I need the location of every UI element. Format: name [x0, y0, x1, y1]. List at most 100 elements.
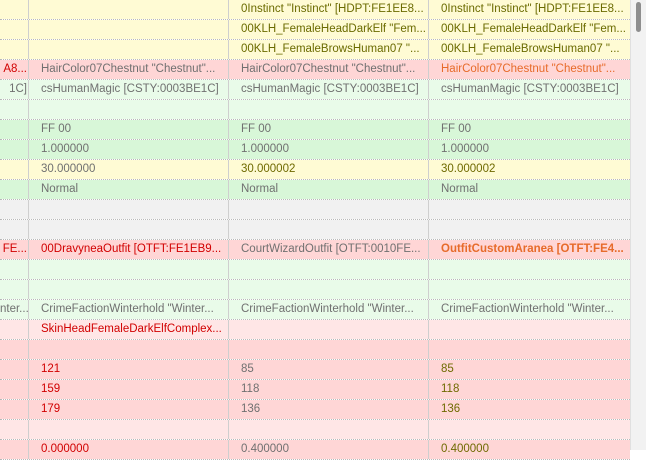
table-cell-plugin-1[interactable]: FF 00	[29, 120, 229, 139]
table-cell-plugin-1[interactable]	[29, 220, 229, 239]
table-cell-plugin-2[interactable]: 00KLH_FemaleBrowsHuman07 "...	[229, 40, 429, 59]
table-cell-plugin-3[interactable]	[429, 100, 630, 119]
table-row[interactable]: A8... HairColor07Chestnut "Chestnut"... Ha…	[0, 60, 630, 80]
table-cell-overflow[interactable]	[0, 320, 29, 339]
table-cell-plugin-2[interactable]: csHumanMagic [CSTY:0003BE1C]	[229, 80, 429, 99]
table-cell-overflow[interactable]: 1C]	[0, 80, 29, 99]
table-row[interactable]: 121 85 85	[0, 360, 630, 380]
table-row[interactable]	[0, 420, 630, 440]
table-cell-plugin-1[interactable]: 179	[29, 400, 229, 419]
table-row[interactable]: FF 00 FF 00 FF 00	[0, 120, 630, 140]
table-cell-plugin-3[interactable]: 00KLH_FemaleHeadDarkElf "Fem...	[429, 20, 630, 39]
table-row[interactable]: 0.000000 0.400000 0.400000	[0, 440, 630, 460]
table-cell-plugin-1[interactable]: HairColor07Chestnut "Chestnut"...	[29, 60, 229, 79]
table-cell-plugin-2[interactable]: 00KLH_FemaleHeadDarkElf "Fem...	[229, 20, 429, 39]
table-cell-overflow[interactable]	[0, 380, 29, 399]
table-cell-plugin-1[interactable]	[29, 420, 229, 439]
table-cell-plugin-1[interactable]	[29, 20, 229, 39]
table-cell-plugin-3[interactable]	[429, 340, 630, 359]
table-cell-plugin-3[interactable]: 30.000002	[429, 160, 630, 179]
table-cell-plugin-2[interactable]: Normal	[229, 180, 429, 199]
table-cell-plugin-1[interactable]	[29, 260, 229, 279]
table-cell-plugin-3[interactable]: 118	[429, 380, 630, 399]
table-cell-plugin-3[interactable]	[429, 200, 630, 219]
table-row[interactable]: 1.000000 1.000000 1.000000	[0, 140, 630, 160]
table-cell-plugin-2[interactable]	[229, 100, 429, 119]
table-cell-overflow[interactable]: nter...	[0, 300, 29, 319]
table-cell-overflow[interactable]	[0, 420, 29, 439]
table-cell-plugin-3[interactable]	[429, 320, 630, 339]
table-cell-plugin-2[interactable]: 1.000000	[229, 140, 429, 159]
table-cell-overflow[interactable]	[0, 120, 29, 139]
table-cell-overflow[interactable]	[0, 180, 29, 199]
table-row[interactable]	[0, 340, 630, 360]
table-row[interactable]	[0, 220, 630, 240]
table-cell-plugin-3[interactable]: 0Instinct "Instinct" [HDPT:FE1EE8...	[429, 0, 630, 19]
table-cell-overflow[interactable]	[0, 200, 29, 219]
table-cell-plugin-2[interactable]	[229, 340, 429, 359]
table-cell-plugin-2[interactable]: 0Instinct "Instinct" [HDPT:FE1EE8...	[229, 0, 429, 19]
table-cell-plugin-3[interactable]	[429, 260, 630, 279]
table-row[interactable]	[0, 200, 630, 220]
table-cell-plugin-1[interactable]: 30.000000	[29, 160, 229, 179]
table-cell-overflow[interactable]	[0, 140, 29, 159]
table-row[interactable]: 00KLH_FemaleHeadDarkElf "Fem... 00KLH_Fem…	[0, 20, 630, 40]
scrollbar-thumb[interactable]	[636, 2, 641, 32]
table-cell-plugin-2[interactable]: 136	[229, 400, 429, 419]
table-cell-plugin-2[interactable]: CourtWizardOutfit [OTFT:0010FE...	[229, 240, 429, 259]
table-cell-plugin-1[interactable]: csHumanMagic [CSTY:0003BE1C]	[29, 80, 229, 99]
table-cell-plugin-2[interactable]: 85	[229, 360, 429, 379]
table-cell-plugin-3[interactable]: OutfitCustomAranea [OTFT:FE4...	[429, 240, 630, 259]
table-cell-plugin-1[interactable]	[29, 340, 229, 359]
table-cell-plugin-1[interactable]: 00DravyneaOutfit [OTFT:FE1EB9...	[29, 240, 229, 259]
table-row[interactable]: nter... CrimeFactionWinterhold "Winter...…	[0, 300, 630, 320]
table-cell-plugin-3[interactable]	[429, 420, 630, 439]
table-cell-plugin-2[interactable]: HairColor07Chestnut "Chestnut"...	[229, 60, 429, 79]
table-cell-plugin-3[interactable]	[429, 220, 630, 239]
table-cell-overflow[interactable]: FE...	[0, 240, 29, 259]
table-cell-plugin-1[interactable]	[29, 200, 229, 219]
table-cell-plugin-3[interactable]: HairColor07Chestnut "Chestnut"...	[429, 60, 630, 79]
table-row[interactable]: SkinHeadFemaleDarkElfComplex...	[0, 320, 630, 340]
table-cell-plugin-3[interactable]: 85	[429, 360, 630, 379]
table-cell-plugin-2[interactable]: 30.000002	[229, 160, 429, 179]
table-cell-plugin-2[interactable]: 118	[229, 380, 429, 399]
table-cell-overflow[interactable]	[0, 100, 29, 119]
table-row[interactable]	[0, 100, 630, 120]
table-cell-plugin-3[interactable]: csHumanMagic [CSTY:0003BE1C]	[429, 80, 630, 99]
table-cell-plugin-3[interactable]: CrimeFactionWinterhold "Winter...	[429, 300, 630, 319]
table-cell-plugin-1[interactable]: Normal	[29, 180, 229, 199]
table-cell-plugin-1[interactable]	[29, 100, 229, 119]
table-cell-plugin-3[interactable]: 136	[429, 400, 630, 419]
table-cell-plugin-2[interactable]	[229, 220, 429, 239]
table-cell-overflow[interactable]	[0, 340, 29, 359]
table-row[interactable]: Normal Normal Normal	[0, 180, 630, 200]
table-cell-plugin-3[interactable]	[429, 280, 630, 299]
table-cell-plugin-1[interactable]: CrimeFactionWinterhold "Winter...	[29, 300, 229, 319]
table-cell-overflow[interactable]	[0, 0, 29, 19]
table-cell-plugin-2[interactable]: CrimeFactionWinterhold "Winter...	[229, 300, 429, 319]
table-cell-plugin-3[interactable]: Normal	[429, 180, 630, 199]
table-cell-overflow[interactable]	[0, 260, 29, 279]
table-cell-overflow[interactable]: A8...	[0, 60, 29, 79]
table-cell-plugin-2[interactable]	[229, 280, 429, 299]
table-row[interactable]: 0Instinct "Instinct" [HDPT:FE1EE8... 0Ins…	[0, 0, 630, 20]
table-cell-overflow[interactable]	[0, 160, 29, 179]
table-cell-plugin-1[interactable]	[29, 40, 229, 59]
table-cell-plugin-3[interactable]: 1.000000	[429, 140, 630, 159]
table-cell-plugin-3[interactable]: 00KLH_FemaleBrowsHuman07 "...	[429, 40, 630, 59]
table-cell-overflow[interactable]	[0, 360, 29, 379]
table-row[interactable]	[0, 280, 630, 300]
table-row[interactable]: 00KLH_FemaleBrowsHuman07 "... 00KLH_Femal…	[0, 40, 630, 60]
table-cell-overflow[interactable]	[0, 220, 29, 239]
table-cell-plugin-2[interactable]: FF 00	[229, 120, 429, 139]
table-row[interactable]: 30.000000 30.000002 30.000002	[0, 160, 630, 180]
table-cell-plugin-2[interactable]	[229, 200, 429, 219]
table-cell-plugin-1[interactable]: SkinHeadFemaleDarkElfComplex...	[29, 320, 229, 339]
table-row[interactable]: 179 136 136	[0, 400, 630, 420]
table-cell-overflow[interactable]	[0, 280, 29, 299]
table-cell-plugin-2[interactable]	[229, 320, 429, 339]
vertical-scrollbar[interactable]	[630, 0, 646, 450]
table-cell-overflow[interactable]	[0, 40, 29, 59]
table-cell-plugin-1[interactable]: 159	[29, 380, 229, 399]
